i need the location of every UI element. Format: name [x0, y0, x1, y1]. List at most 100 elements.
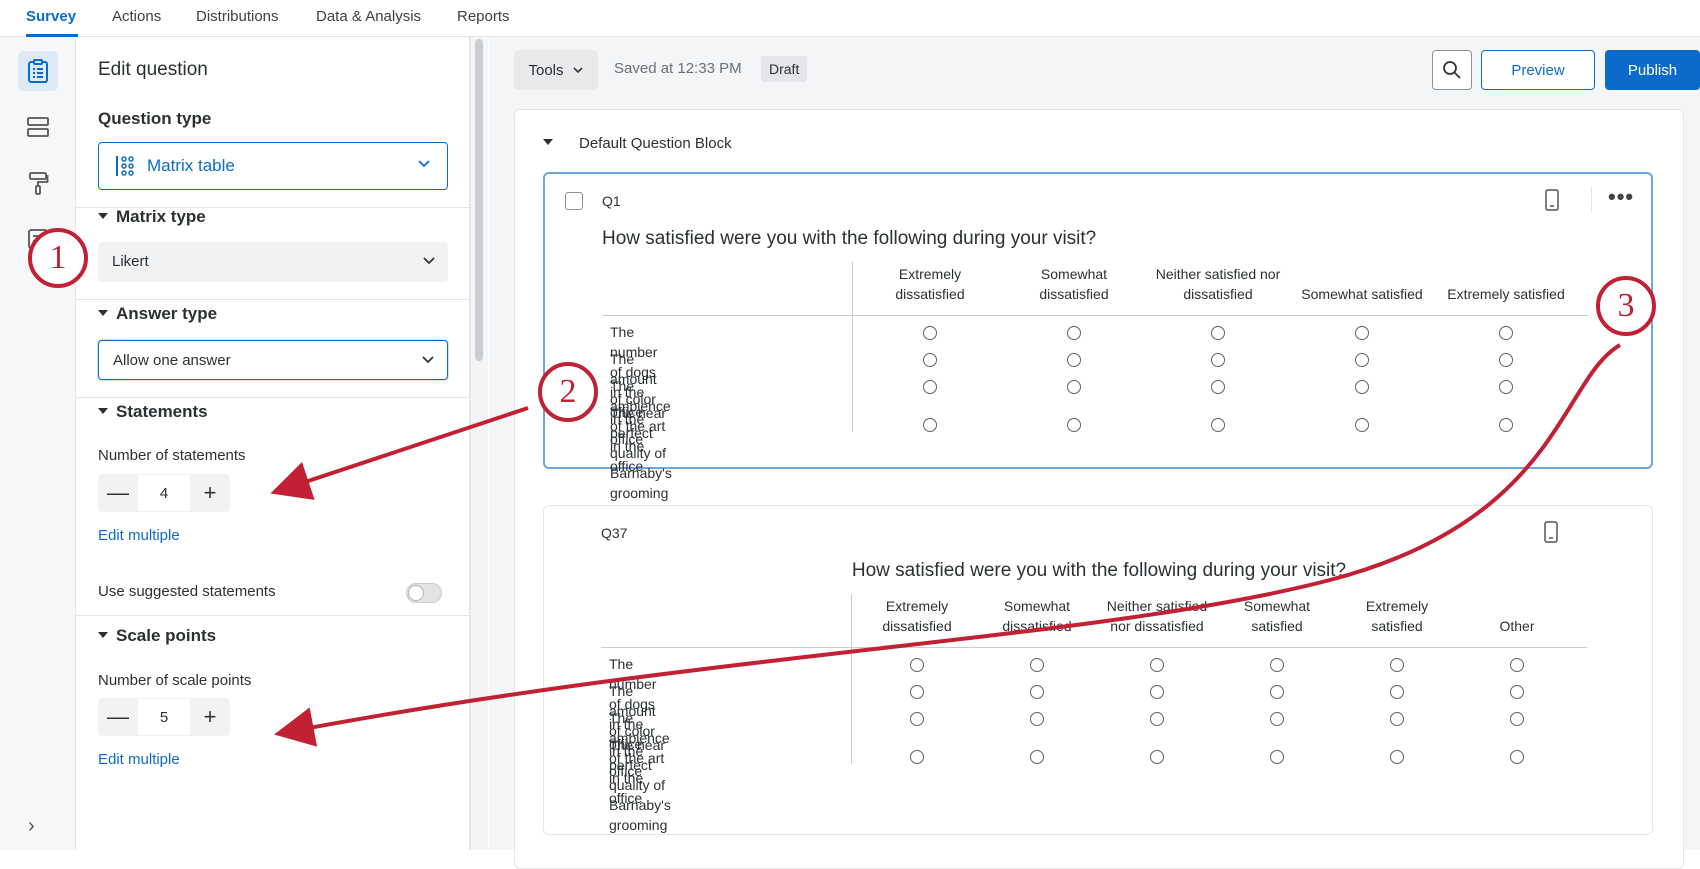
matrix-radio-button[interactable]: [1355, 380, 1369, 394]
matrix-radio-button[interactable]: [1211, 418, 1225, 432]
search-button[interactable]: [1432, 50, 1472, 90]
matrix-radio-button[interactable]: [1211, 380, 1225, 394]
matrix-radio-button[interactable]: [1150, 712, 1164, 726]
publish-button[interactable]: Publish: [1605, 50, 1700, 90]
matrix-radio-button[interactable]: [1067, 418, 1081, 432]
matrix-radio-button[interactable]: [1030, 712, 1044, 726]
matrix-radio-button[interactable]: [1030, 750, 1044, 764]
matrix-radio-button[interactable]: [1355, 326, 1369, 340]
panel-title: Edit question: [98, 59, 208, 81]
matrix-column-header: Neither satisfied nordissatisfied: [1146, 264, 1290, 304]
question-id: Q1: [602, 193, 621, 209]
callout-2: 2: [538, 362, 598, 422]
answer-type-label: Answer type: [116, 304, 217, 323]
tools-menu-button[interactable]: Tools: [514, 50, 598, 90]
tab-data-analysis[interactable]: Data & Analysis: [316, 8, 421, 25]
block-title: Default Question Block: [579, 135, 732, 152]
mobile-preview-icon[interactable]: [1544, 521, 1558, 548]
matrix-radio-button[interactable]: [1067, 326, 1081, 340]
matrix-radio-button[interactable]: [923, 353, 937, 367]
chevron-down-icon: [572, 64, 584, 76]
decrement-button[interactable]: —: [98, 474, 138, 512]
matrix-radio-button[interactable]: [1150, 750, 1164, 764]
matrix-radio-button[interactable]: [1270, 750, 1284, 764]
more-options-icon[interactable]: •••: [1608, 184, 1634, 210]
matrix-radio-button[interactable]: [1030, 658, 1044, 672]
matrix-radio-button[interactable]: [1211, 353, 1225, 367]
question-card-q37[interactable]: Q37 How satisfied were you with the foll…: [543, 505, 1653, 835]
matrix-radio-button[interactable]: [1270, 712, 1284, 726]
tab-reports[interactable]: Reports: [457, 8, 510, 25]
use-suggested-statements-label: Use suggested statements: [98, 583, 276, 600]
question-type-dropdown[interactable]: Matrix table: [98, 142, 448, 190]
suggested-statements-toggle[interactable]: [406, 583, 442, 603]
scale-points-section[interactable]: Scale points: [98, 626, 216, 646]
answer-type-select[interactable]: Allow one answer: [98, 340, 448, 380]
blocks-icon[interactable]: [18, 107, 58, 147]
scale-points-count[interactable]: 5: [138, 698, 190, 736]
matrix-radio-button[interactable]: [1499, 326, 1513, 340]
statements-edit-multiple-link[interactable]: Edit multiple: [98, 527, 180, 544]
answer-type-value: Allow one answer: [113, 352, 231, 369]
increment-button[interactable]: +: [190, 474, 230, 512]
tab-actions[interactable]: Actions: [112, 8, 161, 25]
matrix-radio-button[interactable]: [1067, 380, 1081, 394]
matrix-type-select[interactable]: Likert: [98, 242, 448, 282]
callout-3: 3: [1596, 276, 1656, 336]
matrix-radio-button[interactable]: [1150, 685, 1164, 699]
statements-count[interactable]: 4: [138, 474, 190, 512]
matrix-radio-button[interactable]: [1510, 685, 1524, 699]
answer-type-section[interactable]: Answer type: [98, 304, 217, 324]
question-block: Default Question Block Q1 How satisfied …: [514, 109, 1684, 869]
matrix-radio-button[interactable]: [1355, 353, 1369, 367]
increment-button[interactable]: +: [190, 698, 230, 736]
panel-scrollbar-thumb[interactable]: [475, 39, 483, 361]
collapse-triangle-icon: [543, 139, 553, 145]
statements-section[interactable]: Statements: [98, 402, 208, 422]
paint-roller-icon[interactable]: [18, 163, 58, 203]
matrix-radio-button[interactable]: [1211, 326, 1225, 340]
tab-distributions[interactable]: Distributions: [196, 8, 279, 25]
matrix-label-divider: [851, 594, 852, 764]
matrix-radio-button[interactable]: [923, 418, 937, 432]
matrix-radio-button[interactable]: [1067, 353, 1081, 367]
matrix-radio-button[interactable]: [1510, 750, 1524, 764]
matrix-radio-button[interactable]: [923, 326, 937, 340]
matrix-radio-button[interactable]: [1270, 685, 1284, 699]
block-header[interactable]: Default Question Block: [543, 135, 732, 152]
matrix-column-header: Somewhatdissatisfied: [1002, 264, 1146, 304]
matrix-radio-button[interactable]: [910, 658, 924, 672]
tab-survey[interactable]: Survey: [26, 8, 76, 25]
survey-clipboard-icon[interactable]: [18, 51, 58, 91]
question-card-q1[interactable]: Q1 How satisfied were you with the follo…: [543, 172, 1653, 469]
question-text[interactable]: How satisfied were you with the followin…: [602, 228, 1096, 250]
matrix-radio-button[interactable]: [1355, 418, 1369, 432]
mobile-preview-icon[interactable]: [1545, 189, 1559, 216]
matrix-radio-button[interactable]: [1390, 658, 1404, 672]
matrix-radio-button[interactable]: [1390, 685, 1404, 699]
scale-points-edit-multiple-link[interactable]: Edit multiple: [98, 751, 180, 768]
matrix-radio-button[interactable]: [1510, 658, 1524, 672]
matrix-radio-button[interactable]: [1499, 353, 1513, 367]
question-select-checkbox[interactable]: [565, 192, 583, 210]
matrix-radio-button[interactable]: [1030, 685, 1044, 699]
status-badge: Draft: [761, 56, 807, 82]
decrement-button[interactable]: —: [98, 698, 138, 736]
matrix-radio-button[interactable]: [910, 685, 924, 699]
preview-button[interactable]: Preview: [1481, 50, 1595, 90]
matrix-radio-button[interactable]: [1150, 658, 1164, 672]
matrix-radio-button[interactable]: [1390, 712, 1404, 726]
matrix-radio-button[interactable]: [923, 380, 937, 394]
matrix-radio-button[interactable]: [1499, 418, 1513, 432]
matrix-radio-button[interactable]: [1270, 658, 1284, 672]
matrix-type-section[interactable]: Matrix type: [98, 207, 206, 227]
matrix-radio-button[interactable]: [1499, 380, 1513, 394]
chevron-right-icon[interactable]: ›: [28, 815, 35, 838]
matrix-radio-button[interactable]: [1510, 712, 1524, 726]
matrix-radio-button[interactable]: [910, 712, 924, 726]
matrix-radio-button[interactable]: [910, 750, 924, 764]
matrix-row-label: The near perfect quality ofBarnaby's gro…: [609, 735, 671, 835]
chevron-down-icon: [422, 254, 436, 273]
question-text[interactable]: How satisfied were you with the followin…: [544, 560, 1654, 582]
matrix-radio-button[interactable]: [1390, 750, 1404, 764]
